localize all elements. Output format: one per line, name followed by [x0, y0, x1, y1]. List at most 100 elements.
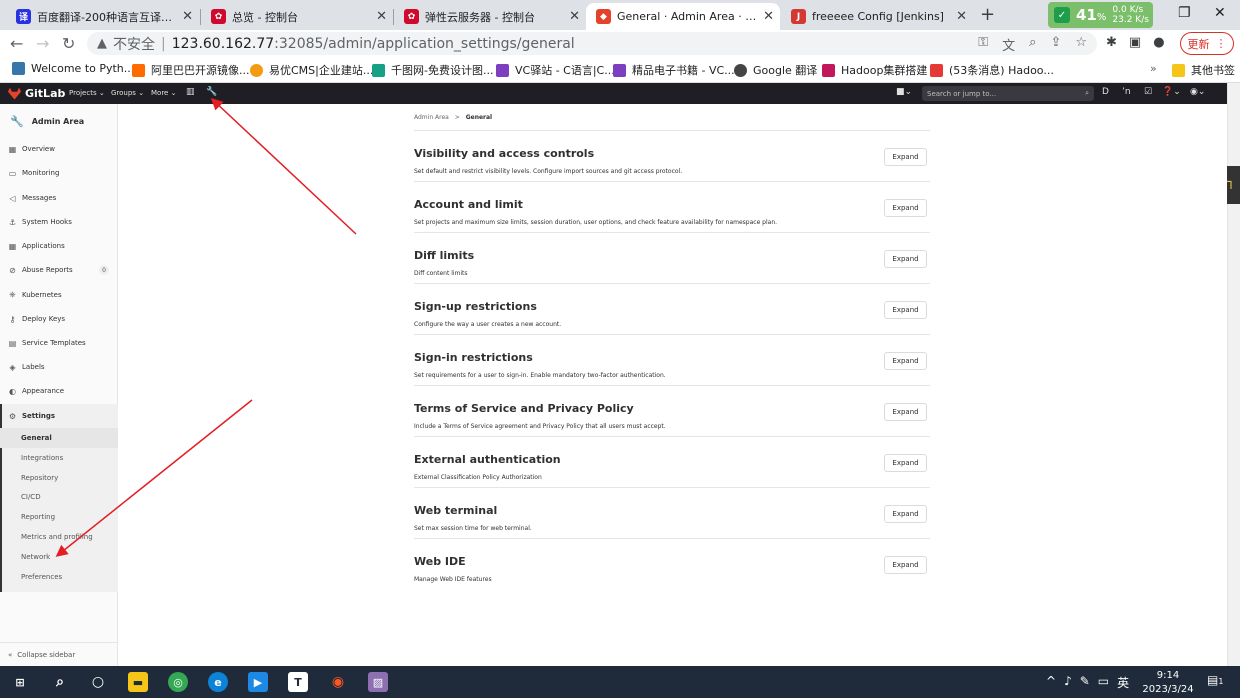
close-icon[interactable]: ✕ — [182, 9, 193, 24]
close-icon[interactable]: ✕ — [569, 9, 580, 24]
browser-tab-jenkins[interactable]: J freeeee Config [Jenkins] ✕ — [781, 3, 973, 30]
collapse-sidebar-button[interactable]: « Collapse sidebar — [0, 642, 118, 666]
settings-sub-general[interactable]: General — [0, 428, 118, 448]
sidebar-item-labels[interactable]: ◈ Labels — [0, 357, 118, 377]
ime-indicator[interactable]: 英 — [1117, 674, 1129, 691]
groups-menu[interactable]: Groups ⌄ — [111, 89, 144, 97]
expand-button[interactable]: Expand — [884, 250, 927, 268]
projects-menu[interactable]: Projects ⌄ — [69, 89, 105, 97]
chrome-icon[interactable]: ◎ — [168, 672, 188, 692]
update-button[interactable]: 更新 ⋮ — [1180, 32, 1234, 55]
merge-requests-icon[interactable]: ʼn — [1122, 87, 1131, 97]
forward-icon[interactable]: → — [36, 34, 49, 53]
key-icon[interactable]: ⚿ — [978, 35, 988, 54]
settings-sub-integrations[interactable]: Integrations — [0, 448, 118, 468]
battery-icon[interactable]: ▭ — [1098, 674, 1109, 691]
volume-icon[interactable]: ♪ — [1064, 674, 1072, 691]
close-window-button[interactable]: ✕ — [1214, 5, 1226, 21]
taskbar-clock[interactable]: 9:14 2023/3/24 — [1140, 669, 1196, 697]
bookmark-item[interactable]: 阿里巴巴开源镜像... — [132, 62, 250, 78]
other-bookmarks[interactable]: 其他书签 — [1172, 62, 1235, 78]
close-icon[interactable]: ✕ — [956, 9, 967, 24]
close-icon[interactable]: ✕ — [763, 9, 774, 24]
bookmark-item[interactable]: Hadoop集群搭建 — [822, 62, 927, 78]
pen-icon[interactable]: ✎ — [1080, 674, 1090, 691]
file-explorer-icon[interactable]: ▬ — [128, 672, 148, 692]
avatar[interactable]: ◉⌄ — [1190, 87, 1205, 97]
expand-button[interactable]: Expand — [884, 556, 927, 574]
expand-button[interactable]: Expand — [884, 199, 927, 217]
typora-icon[interactable]: T — [288, 672, 308, 692]
expand-button[interactable]: Expand — [884, 148, 927, 166]
bookmark-item[interactable]: 精品电子书籍 - VC... — [613, 62, 735, 78]
bookmark-star-icon[interactable]: ☆ — [1075, 35, 1087, 54]
side-panel-icon[interactable]: ▣ — [1129, 35, 1141, 50]
bookmark-item[interactable]: 易优CMS|企业建站... — [250, 62, 373, 78]
sidebar-item-monitoring[interactable]: ▭ Monitoring — [0, 163, 118, 183]
settings-sub-preferences[interactable]: Preferences — [0, 567, 118, 587]
edge-icon[interactable]: e — [208, 672, 228, 692]
settings-sub-cicd[interactable]: CI/CD — [0, 487, 118, 507]
activity-chart-icon[interactable]: ▥ — [186, 87, 195, 97]
plus-menu-icon[interactable]: ■⌄ — [896, 87, 912, 97]
browser-tab-huawei-overview[interactable]: ✿ 总览 - 控制台 ✕ — [201, 3, 393, 30]
sidebar-item-kubernetes[interactable]: ⎈ Kubernetes — [0, 285, 118, 305]
search-input[interactable]: Search or jump to... ⌕ — [922, 86, 1094, 101]
restore-window-button[interactable]: ❐ — [1178, 5, 1191, 21]
translate-icon[interactable]: 文 — [1002, 35, 1015, 54]
issues-icon[interactable]: D — [1102, 87, 1109, 97]
sidebar-item-deploy-keys[interactable]: ⚷ Deploy Keys — [0, 309, 118, 329]
browser-tab-huawei-ecs[interactable]: ✿ 弹性云服务器 - 控制台 ✕ — [394, 3, 586, 30]
profile-icon[interactable]: ● — [1153, 35, 1164, 50]
bookmark-item[interactable]: 千图网-免费设计图... — [372, 62, 493, 78]
image-app-icon[interactable]: ▨ — [368, 672, 388, 692]
share-icon[interactable]: ⇪ — [1050, 35, 1061, 54]
snail-app-icon[interactable]: ◉ — [328, 672, 348, 692]
settings-sub-repository[interactable]: Repository — [0, 468, 118, 488]
sidebar-item-abuse-reports[interactable]: ⊘ Abuse Reports 0 — [0, 260, 118, 280]
bookmarks-overflow-icon[interactable]: » — [1150, 62, 1157, 75]
browser-tab-baidu-translate[interactable]: 译 百度翻译-200种语言互译、沟通 ✕ — [6, 3, 199, 30]
task-view-icon[interactable]: ○ — [88, 672, 108, 692]
bookmark-item[interactable]: Welcome to Pyth... — [12, 62, 134, 75]
expand-button[interactable]: Expand — [884, 454, 927, 472]
back-icon[interactable]: ← — [10, 34, 23, 53]
settings-sub-network[interactable]: Network — [0, 547, 118, 567]
sidebar-item-system-hooks[interactable]: ⚓ System Hooks — [0, 212, 118, 232]
search-icon[interactable]: ⌕ — [50, 672, 70, 692]
sidebar-item-appearance[interactable]: ◐ Appearance — [0, 381, 118, 401]
bookmark-item[interactable]: VC驿站 - C语言|C... — [496, 62, 615, 78]
sidebar-item-messages[interactable]: ◁ Messages — [0, 188, 118, 208]
sidebar-item-overview[interactable]: ▦ Overview — [0, 139, 118, 159]
new-tab-button[interactable]: + — [980, 4, 995, 25]
windows-start-icon[interactable]: ⊞ — [10, 672, 30, 692]
reload-icon[interactable]: ↻ — [62, 34, 75, 53]
gitlab-logo[interactable]: GitLab — [8, 87, 65, 100]
todo-icon[interactable]: ☑ — [1144, 87, 1152, 97]
extensions-icon[interactable]: ✱ — [1106, 35, 1117, 50]
zoom-icon[interactable]: ⌕ — [1029, 35, 1036, 54]
settings-sub-reporting[interactable]: Reporting — [0, 507, 118, 527]
notification-icon[interactable]: ▤1 — [1207, 673, 1225, 691]
sidebar-header[interactable]: 🔧 Admin Area — [0, 104, 118, 138]
close-icon[interactable]: ✕ — [376, 9, 387, 24]
help-icon[interactable]: ❓⌄ — [1162, 87, 1181, 97]
chevron-up-icon[interactable]: ^ — [1046, 674, 1056, 691]
bookmark-item[interactable]: Google 翻译 — [734, 62, 817, 78]
url-bar[interactable]: ▲ 不安全 | 123.60.162.77:32085/admin/applic… — [87, 32, 1097, 55]
breadcrumb-root[interactable]: Admin Area — [414, 114, 449, 121]
settings-sub-metrics[interactable]: Metrics and profiling — [0, 527, 118, 547]
expand-button[interactable]: Expand — [884, 505, 927, 523]
expand-button[interactable]: Expand — [884, 301, 927, 319]
expand-button[interactable]: Expand — [884, 352, 927, 370]
sidebar-item-settings[interactable]: ⚙ Settings — [0, 406, 118, 426]
performance-widget[interactable]: ✓ 41% 0.0 K/s 23.2 K/s — [1048, 2, 1153, 28]
more-menu[interactable]: More ⌄ — [151, 89, 176, 97]
sidebar-item-service-templates[interactable]: ▤ Service Templates — [0, 333, 118, 353]
admin-wrench-icon[interactable]: 🔧 — [206, 87, 217, 97]
sidebar-item-applications[interactable]: ▦ Applications — [0, 236, 118, 256]
media-player-icon[interactable]: ▶ — [248, 672, 268, 692]
browser-tab-gitlab-general[interactable]: ◆ General · Admin Area · GitLab ✕ — [586, 3, 780, 30]
expand-button[interactable]: Expand — [884, 403, 927, 421]
bookmark-item[interactable]: (53条消息) Hadoo... — [930, 62, 1054, 78]
